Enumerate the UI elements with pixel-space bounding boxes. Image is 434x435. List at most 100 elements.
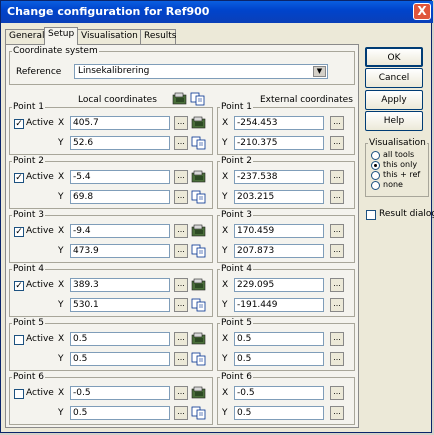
visualisation-radio[interactable] — [371, 151, 380, 160]
local-x-input[interactable]: 405.7 — [70, 116, 170, 130]
active-checkbox[interactable]: ✓ — [14, 173, 24, 183]
x-label: X — [222, 172, 229, 182]
browse-button[interactable]: ... — [330, 136, 344, 150]
browse-button[interactable]: ... — [330, 116, 344, 130]
load-icon[interactable] — [191, 224, 207, 238]
load-icon[interactable] — [191, 170, 207, 184]
external-y-input[interactable]: 0.5 — [234, 352, 324, 366]
active-checkbox[interactable] — [14, 389, 24, 399]
load-icon[interactable] — [191, 278, 207, 292]
x-label: X — [222, 280, 229, 290]
visualisation-group: Visualisation all tools this only this + r… — [365, 138, 429, 197]
local-y-input[interactable]: 0.5 — [70, 352, 170, 366]
copy-icon[interactable] — [191, 406, 207, 420]
y-label: Y — [58, 138, 64, 148]
browse-button[interactable]: ... — [174, 190, 188, 204]
local-x-input[interactable]: -9.4 — [70, 224, 170, 238]
visualisation-radio[interactable] — [371, 171, 380, 180]
external-y-input[interactable]: 0.5 — [234, 406, 324, 420]
ok-button[interactable]: OK — [365, 47, 423, 67]
browse-button[interactable]: ... — [174, 170, 188, 184]
external-point-group: Point 4 X 229.095 ... Y -191.449 ... — [217, 264, 355, 317]
y-label: Y — [58, 300, 64, 310]
y-label: Y — [222, 192, 228, 202]
browse-button[interactable]: ... — [174, 224, 188, 238]
external-y-input[interactable]: -210.375 — [234, 136, 324, 150]
local-y-input[interactable]: 530.1 — [70, 298, 170, 312]
close-button[interactable]: X — [413, 3, 431, 20]
local-y-input[interactable]: 69.8 — [70, 190, 170, 204]
browse-button[interactable]: ... — [174, 298, 188, 312]
load-all-icon[interactable] — [172, 92, 188, 106]
external-x-input[interactable]: 170.459 — [234, 224, 324, 238]
tab-setup[interactable]: Setup — [44, 27, 78, 45]
browse-button[interactable]: ... — [330, 386, 344, 400]
tab-visualisation[interactable]: Visualisation — [77, 29, 141, 44]
browse-button[interactable]: ... — [330, 244, 344, 258]
active-checkbox[interactable]: ✓ — [14, 119, 24, 129]
copy-icon[interactable] — [191, 244, 207, 258]
x-label: X — [222, 388, 229, 398]
title-bar: Change configuration for Ref900 X — [1, 1, 433, 23]
copy-icon[interactable] — [191, 190, 207, 204]
external-x-input[interactable]: 0.5 — [234, 332, 324, 346]
external-y-input[interactable]: -191.449 — [234, 298, 324, 312]
copy-icon[interactable] — [191, 298, 207, 312]
x-label: X — [58, 172, 65, 182]
browse-button[interactable]: ... — [330, 224, 344, 238]
x-label: X — [58, 226, 65, 236]
browse-button[interactable]: ... — [174, 244, 188, 258]
reference-select[interactable]: Linsekalibrering ▼ — [74, 64, 328, 79]
external-x-input[interactable]: -237.538 — [234, 170, 324, 184]
local-x-input[interactable]: 389.3 — [70, 278, 170, 292]
load-icon[interactable] — [191, 332, 207, 346]
external-point-label: Point 5 — [220, 318, 253, 328]
external-x-input[interactable]: -254.453 — [234, 116, 324, 130]
load-icon[interactable] — [191, 386, 207, 400]
result-dialog-checkbox[interactable] — [366, 210, 376, 220]
local-x-input[interactable]: -0.5 — [70, 386, 170, 400]
external-x-input[interactable]: 229.095 — [234, 278, 324, 292]
cancel-button[interactable]: Cancel — [365, 68, 423, 88]
external-y-input[interactable]: 207.873 — [234, 244, 324, 258]
copy-all-icon[interactable] — [190, 92, 206, 106]
load-icon[interactable] — [191, 116, 207, 130]
local-x-input[interactable]: -5.4 — [70, 170, 170, 184]
browse-button[interactable]: ... — [330, 352, 344, 366]
tab-results[interactable]: Results — [140, 29, 177, 44]
browse-button[interactable]: ... — [330, 332, 344, 346]
external-x-input[interactable]: -0.5 — [234, 386, 324, 400]
browse-button[interactable]: ... — [174, 116, 188, 130]
visualisation-radio[interactable] — [371, 181, 380, 190]
copy-icon[interactable] — [191, 136, 207, 150]
browse-button[interactable]: ... — [174, 352, 188, 366]
active-checkbox[interactable]: ✓ — [14, 227, 24, 237]
browse-button[interactable]: ... — [330, 278, 344, 292]
tab-general[interactable]: General — [5, 29, 45, 44]
copy-icon[interactable] — [191, 352, 207, 366]
browse-button[interactable]: ... — [330, 298, 344, 312]
visualisation-label: Visualisation — [368, 138, 427, 148]
browse-button[interactable]: ... — [174, 406, 188, 420]
help-button[interactable]: Help — [365, 111, 423, 131]
local-y-input[interactable]: 52.6 — [70, 136, 170, 150]
browse-button[interactable]: ... — [330, 170, 344, 184]
local-y-input[interactable]: 0.5 — [70, 406, 170, 420]
browse-button[interactable]: ... — [174, 136, 188, 150]
browse-button[interactable]: ... — [330, 406, 344, 420]
browse-button[interactable]: ... — [174, 332, 188, 346]
browse-button[interactable]: ... — [174, 278, 188, 292]
visualisation-option-label: none — [383, 180, 403, 189]
y-label: Y — [222, 246, 228, 256]
chevron-down-icon[interactable]: ▼ — [313, 66, 326, 77]
external-y-input[interactable]: 203.215 — [234, 190, 324, 204]
local-x-input[interactable]: 0.5 — [70, 332, 170, 346]
browse-button[interactable]: ... — [330, 190, 344, 204]
active-checkbox[interactable]: ✓ — [14, 281, 24, 291]
local-y-input[interactable]: 473.9 — [70, 244, 170, 258]
browse-button[interactable]: ... — [174, 386, 188, 400]
external-point-group: Point 3 X 170.459 ... Y 207.873 ... — [217, 210, 355, 263]
active-checkbox[interactable] — [14, 335, 24, 345]
visualisation-radio[interactable] — [371, 161, 380, 170]
apply-button[interactable]: Apply — [365, 90, 423, 110]
